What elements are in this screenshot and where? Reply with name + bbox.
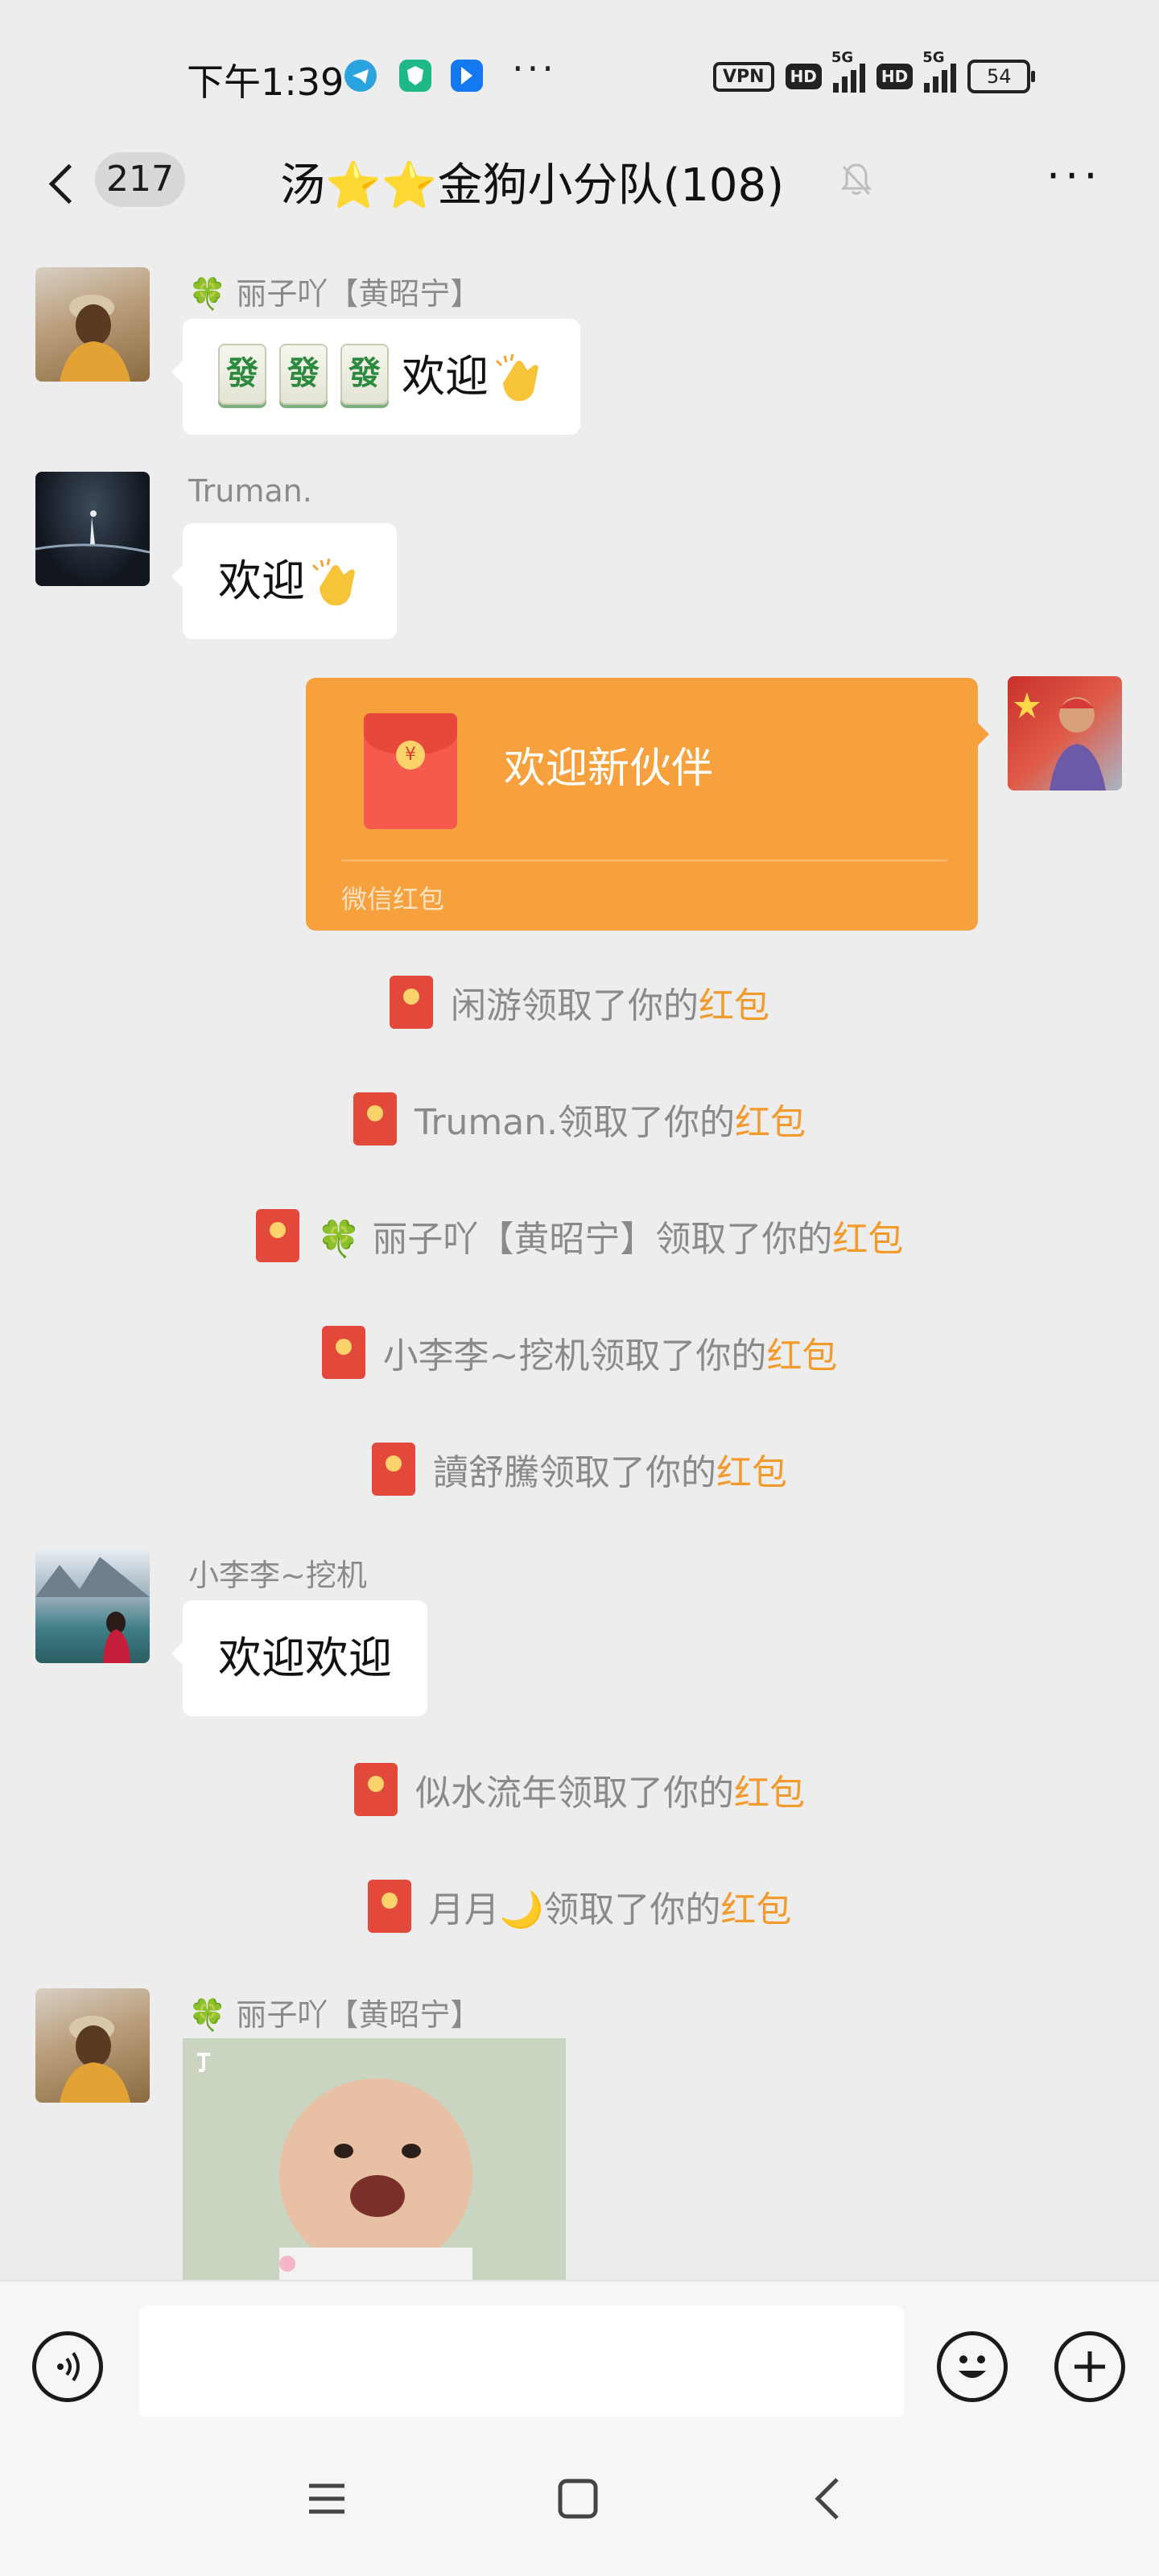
status-indicators: VPN HD 5G HD 5G 54 <box>713 49 1036 95</box>
red-packet-link[interactable]: 红包 <box>832 1219 903 1260</box>
red-envelope-icon <box>354 1763 398 1816</box>
my-avatar[interactable] <box>1008 676 1122 791</box>
more-notifications-icon: ··· <box>512 47 557 90</box>
red-packet-notice: Truman.领取了你的红包 <box>0 1092 1159 1157</box>
red-envelope-icon <box>255 1209 299 1262</box>
notice-text: 小李李~挖机领取了你的 <box>382 1335 767 1377</box>
signal-icon: 5G <box>831 49 865 93</box>
red-packet-notice: 闲游领取了你的红包 <box>0 976 1159 1040</box>
red-packet-notice: 似水流年领取了你的红包 <box>0 1763 1159 1827</box>
red-envelope-icon <box>321 1326 365 1379</box>
red-packet-card[interactable]: ¥ 欢迎新伙伴 微信红包 <box>306 678 989 931</box>
red-packet-notice: 小李李~挖机领取了你的红包 <box>0 1326 1159 1390</box>
sender-name: Truman. <box>188 473 312 509</box>
mahjong-glyph: 發 <box>226 355 258 393</box>
red-envelope-icon <box>367 1880 411 1933</box>
avatar[interactable] <box>35 1549 150 1663</box>
emoji-icon <box>959 2355 986 2378</box>
notice-text: 似水流年领取了你的 <box>415 1773 734 1814</box>
notice-text: 讀舒騰领取了你的 <box>433 1452 716 1493</box>
message-text: 欢迎 <box>402 351 489 402</box>
battery-icon: 54 <box>967 60 1036 93</box>
red-packet-link[interactable]: 红包 <box>720 1889 791 1930</box>
red-packet-link[interactable]: 红包 <box>766 1335 837 1377</box>
more-icon[interactable]: ··· <box>1046 155 1103 198</box>
voice-button[interactable] <box>32 2331 103 2402</box>
red-packet-label: 微信红包 <box>341 884 445 914</box>
plus-icon <box>1074 2351 1105 2382</box>
clap-emoji-icon <box>311 558 355 606</box>
telegram-icon <box>344 60 377 92</box>
mahjong-icon: 發 <box>279 344 328 406</box>
notice-text: 月月🌙领取了你的 <box>428 1889 721 1930</box>
red-envelope-icon <box>353 1092 397 1146</box>
status-time: 下午1:39 <box>187 60 344 104</box>
message-text: 欢迎 <box>218 555 305 606</box>
avatar[interactable] <box>35 1988 150 2103</box>
shield-app-icon <box>399 60 431 92</box>
status-bar: 下午1:39 ··· VPN HD 5G HD 5G 54 <box>0 0 1159 153</box>
back-icon <box>48 163 89 204</box>
bookmark-app-icon <box>451 60 483 92</box>
home-nav-icon[interactable] <box>554 2475 602 2523</box>
avatar[interactable] <box>35 472 150 586</box>
chat-title: 汤⭐⭐金狗小分队(108) <box>280 159 785 212</box>
avatar[interactable] <box>35 267 150 382</box>
notice-text: 🍀 丽子吖【黄昭宁】领取了你的 <box>316 1219 833 1260</box>
baby-sticker-image[interactable] <box>183 2038 566 2280</box>
plus-button[interactable] <box>1054 2331 1125 2402</box>
sender-name: 🍀 丽子吖【黄昭宁】 <box>188 1997 481 2033</box>
notice-text: Truman.领取了你的 <box>414 1102 736 1143</box>
red-packet-link[interactable]: 红包 <box>735 1102 806 1143</box>
mahjong-icon: 發 <box>340 344 389 406</box>
voice-icon <box>57 2351 80 2382</box>
sender-name: 小李李~挖机 <box>188 1558 367 1593</box>
network-type: 5G <box>831 49 854 66</box>
input-bar <box>0 2280 1159 2420</box>
emoji-button[interactable] <box>937 2331 1008 2402</box>
vpn-badge: VPN <box>713 61 774 92</box>
network-type-2: 5G <box>922 49 945 66</box>
red-packet-notice: 月月🌙领取了你的红包 <box>0 1880 1159 1944</box>
menu-nav-icon[interactable] <box>303 2475 351 2523</box>
hd-badge: HD <box>785 64 822 89</box>
red-packet-notice: 🍀 丽子吖【黄昭宁】领取了你的红包 <box>0 1209 1159 1274</box>
mahjong-glyph: 發 <box>349 355 381 393</box>
yuan-coin-icon: ¥ <box>396 741 425 770</box>
message-text: 欢迎欢迎 <box>218 1633 392 1683</box>
red-packet-notice: 讀舒騰领取了你的红包 <box>0 1443 1159 1507</box>
clap-emoji-icon <box>495 353 538 402</box>
mute-bell-icon <box>840 163 872 196</box>
red-packet-link[interactable]: 红包 <box>699 985 769 1026</box>
system-nav-bar <box>0 2417 1159 2576</box>
message-bubble[interactable]: 欢迎欢迎 <box>171 1600 427 1716</box>
unread-count-badge[interactable]: 217 <box>95 152 185 207</box>
hd-badge-2: HD <box>876 64 914 89</box>
message-bubble[interactable]: 欢迎 <box>171 523 397 639</box>
sender-name: 🍀 丽子吖【黄昭宁】 <box>188 276 481 312</box>
signal-icon-2: 5G <box>922 49 957 93</box>
message-input[interactable] <box>139 2306 904 2420</box>
divider <box>341 860 947 861</box>
back-nav-icon[interactable] <box>805 2475 853 2523</box>
red-envelope-icon: ¥ <box>364 713 457 829</box>
red-envelope-icon <box>372 1443 415 1496</box>
mahjong-glyph: 發 <box>287 355 320 393</box>
mahjong-icon: 發 <box>218 344 266 406</box>
red-envelope-icon <box>390 976 433 1029</box>
red-packet-link[interactable]: 红包 <box>716 1452 787 1493</box>
chat-header: 217 汤⭐⭐金狗小分队(108) ··· <box>0 133 1159 254</box>
red-packet-title: 欢迎新伙伴 <box>504 745 714 793</box>
message-bubble[interactable]: 發發發欢迎 <box>171 319 580 435</box>
red-packet-link[interactable]: 红包 <box>734 1773 805 1814</box>
notice-text: 闲游领取了你的 <box>451 985 699 1026</box>
